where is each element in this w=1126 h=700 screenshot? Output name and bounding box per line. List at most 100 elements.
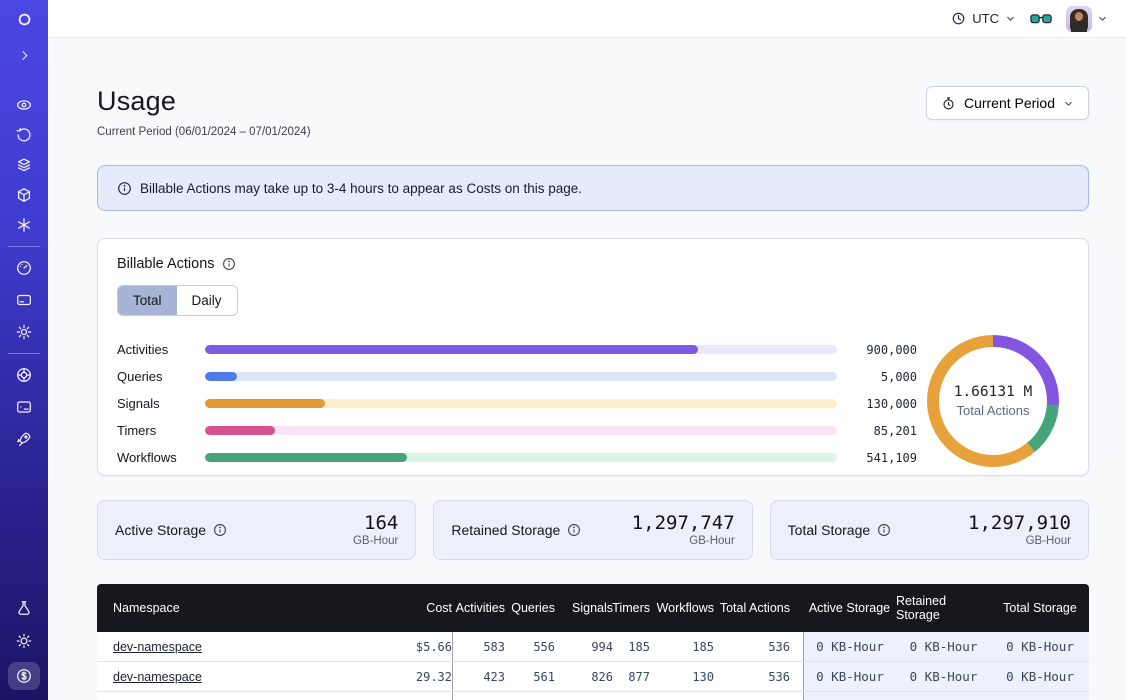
tab-total[interactable]: Total [118, 286, 177, 315]
info-icon [117, 181, 132, 196]
col-header-activities: Activities [452, 584, 505, 632]
namespace-link[interactable]: dev-namespace [113, 640, 202, 654]
namespace-link[interactable]: dev-namespace [113, 670, 202, 684]
col-header-signals: Signals [555, 584, 613, 632]
theme-sun-icon[interactable] [9, 628, 39, 654]
billable-view-toggle: Total Daily [117, 285, 238, 316]
row-spacer [790, 662, 803, 691]
workflows-cell: 130 [650, 662, 714, 691]
col-header-retained-storage: Retained Storage [896, 584, 991, 632]
bar-value: 900,000 [851, 343, 917, 357]
retained-storage-cell: 0 KB-Hour [896, 662, 991, 691]
tab-daily[interactable]: Daily [177, 286, 237, 315]
main-content: Usage Current Period (06/01/2024 – 07/01… [48, 38, 1126, 700]
info-icon[interactable] [213, 523, 227, 537]
sidebar [0, 0, 48, 700]
usage-dollar-icon[interactable] [8, 662, 40, 690]
account-menu[interactable] [1066, 6, 1108, 32]
topbar: UTC [48, 0, 1126, 38]
col-header-namespace: Namespace [97, 584, 368, 632]
total-storage-cell: 0 KB-Hour [991, 692, 1089, 700]
cost-cell: $5.66 [368, 632, 452, 661]
nexus-asterisk-icon[interactable] [9, 212, 39, 238]
bar-track [205, 372, 837, 381]
bar-label: Signals [117, 396, 191, 411]
layers-icon[interactable] [9, 152, 39, 178]
timers-cell: 185 [613, 632, 650, 661]
bar-label: Activities [117, 342, 191, 357]
total-storage-cell: 0 KB-Hour [991, 662, 1089, 691]
bar-label: Timers [117, 423, 191, 438]
col-header-workflows: Workflows [650, 584, 714, 632]
bar-fill [205, 345, 698, 354]
getting-started-rocket-icon[interactable] [9, 426, 39, 452]
billable-bar-chart: Activities 900,000 Queries 5,000 Signals… [117, 336, 917, 471]
timezone-selector[interactable]: UTC [951, 11, 1016, 26]
active-storage-cell: 0 KB-Hour [803, 632, 896, 661]
total-storage-cell: 0 KB-Hour [991, 632, 1089, 661]
total-actions-cell: 536 [714, 662, 790, 691]
col-header-total-storage: Total Storage [991, 584, 1089, 632]
page-title: Usage [97, 86, 311, 117]
retained-storage-cell: 0 KB-Hour [896, 692, 991, 700]
namespace-usage-table: Namespace Cost Activities Queries Signal… [97, 584, 1089, 700]
table-row: dev-namespace 29.32 423 561 826 877 130 … [97, 662, 1089, 692]
bar-value: 85,201 [851, 424, 917, 438]
queries-cell: 536 [505, 692, 555, 700]
temporal-logo-icon[interactable] [9, 6, 39, 32]
chevron-down-icon [1063, 98, 1074, 109]
storage-card-value: 1,297,747 [632, 513, 735, 534]
glasses-icon[interactable] [1030, 12, 1052, 26]
period-selector-label: Current Period [964, 95, 1055, 111]
chevron-down-icon [1097, 13, 1108, 24]
storage-card-unit: GB-Hour [632, 535, 735, 547]
docs-terminal-icon[interactable] [9, 394, 39, 420]
activities-cell: 423 [452, 662, 505, 691]
bar-row-timers: Timers 85,201 [117, 417, 917, 444]
banner-text: Billable Actions may take up to 3-4 hour… [140, 181, 582, 196]
bar-value: 541,109 [851, 451, 917, 465]
storage-card-unit: GB-Hour [353, 535, 398, 547]
collapse-chevron-right-icon[interactable] [9, 42, 39, 68]
billable-actions-card: Billable Actions Total Daily Activities … [97, 238, 1089, 476]
usage-gauge-icon[interactable] [9, 255, 39, 281]
current-period-subtitle: Current Period (06/01/2024 – 07/01/2024) [97, 126, 311, 138]
retained-storage-cell: 0 KB-Hour [896, 632, 991, 661]
queries-cell: 561 [505, 662, 555, 691]
labs-flask-icon[interactable] [9, 595, 39, 621]
support-lifebuoy-icon[interactable] [9, 362, 39, 388]
deployments-cube-icon[interactable] [9, 182, 39, 208]
bar-value: 130,000 [851, 397, 917, 411]
storage-card-label: Total Storage [788, 522, 871, 538]
total-actions-cell: 536 [714, 632, 790, 661]
chevron-down-icon [1005, 13, 1016, 24]
activities-cell: 583 [452, 632, 505, 661]
total-actions-cell: 130 [714, 692, 790, 700]
workflows-cell: 600 [650, 692, 714, 700]
billing-card-icon[interactable] [9, 287, 39, 313]
row-spacer [790, 632, 803, 661]
row-spacer [790, 692, 803, 700]
history-icon[interactable] [9, 122, 39, 148]
bar-label: Queries [117, 369, 191, 384]
info-icon[interactable] [877, 523, 891, 537]
bar-track [205, 345, 837, 354]
bar-row-queries: Queries 5,000 [117, 363, 917, 390]
storage-summary-row: Active Storage 164 GB-Hour Retained Stor… [97, 500, 1089, 560]
avatar[interactable] [1066, 6, 1092, 32]
bar-fill [205, 372, 237, 381]
sidebar-divider [8, 353, 40, 354]
storage-card-label: Active Storage [115, 522, 206, 538]
namespaces-eye-icon[interactable] [9, 92, 39, 118]
cost-cell: $3.35 [368, 692, 452, 700]
total-actions-value: 1.66131 M [954, 384, 1033, 400]
billable-actions-info-banner: Billable Actions may take up to 3-4 hour… [97, 165, 1089, 211]
period-selector-button[interactable]: Current Period [926, 86, 1089, 120]
active-storage-card: Active Storage 164 GB-Hour [97, 500, 416, 560]
storage-card-unit: GB-Hour [968, 535, 1071, 547]
queries-cell: 556 [505, 632, 555, 661]
info-icon[interactable] [222, 257, 236, 271]
settings-gear-icon[interactable] [9, 319, 39, 345]
workflows-cell: 185 [650, 632, 714, 661]
info-icon[interactable] [567, 523, 581, 537]
